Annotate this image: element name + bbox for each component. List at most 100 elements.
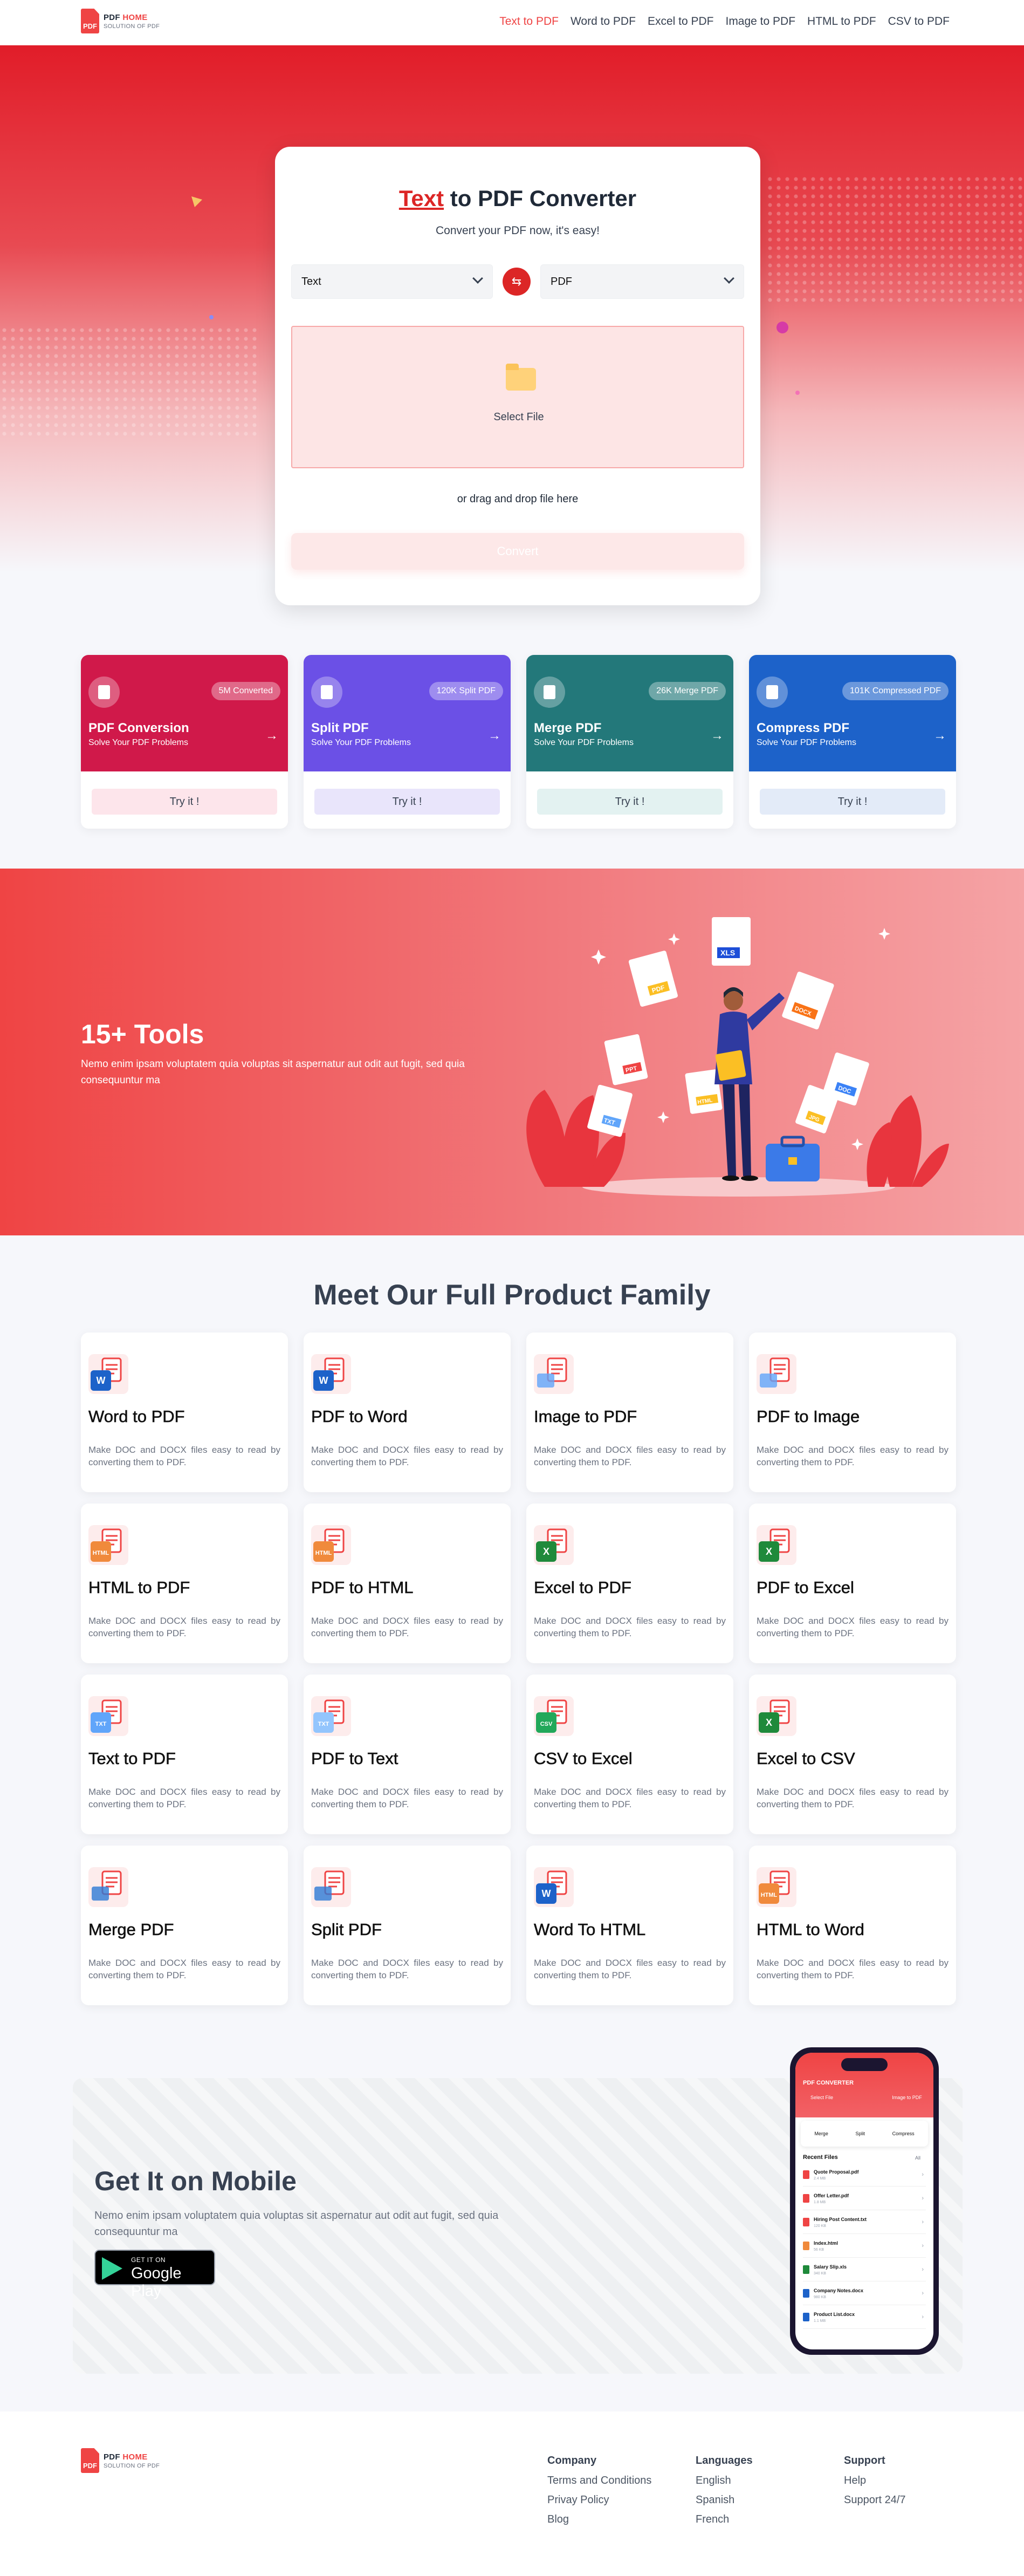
product-description: Make DOC and DOCX files easy to read by … [311,1616,503,1638]
product-card[interactable]: HTML HTML to PDF Make DOC and DOCX files e… [81,1504,288,1663]
footer-link-support[interactable]: Support 24/7 [844,2494,906,2506]
try-it-button[interactable]: Try it ! [760,789,945,815]
product-description: Make DOC and DOCX files easy to read by … [311,1958,503,1980]
feature-title: Split PDF [311,721,369,735]
product-description: Make DOC and DOCX files easy to read by … [88,1616,280,1638]
footer-link-privacy[interactable]: Privay Policy [547,2494,651,2506]
file-icon [803,2242,809,2250]
product-card[interactable]: Image to PDF Make DOC and DOCX files easy… [526,1333,733,1492]
split-pdf-icon [311,1867,351,1907]
footer-link-english[interactable]: English [696,2475,753,2487]
product-card[interactable]: HTML PDF to HTML Make DOC and DOCX files e… [304,1504,511,1663]
product-card[interactable]: X PDF to Excel Make DOC and DOCX files eas… [749,1504,956,1663]
footer-logo[interactable]: PDF PDF HOME SOLUTION OF PDF [81,2448,160,2473]
brand-logo[interactable]: PDF PDF HOME SOLUTION OF PDF [81,9,160,33]
word-to-pdf-icon: W [88,1354,128,1394]
product-card[interactable]: W Word to PDF Make DOC and DOCX files easy… [81,1333,288,1492]
chevron-down-icon [724,273,734,284]
product-card[interactable]: HTML HTML to Word Make DOC and DOCX files … [749,1846,956,2005]
mobile-description: Nemo enim ipsam voluptatem quia voluptas… [94,2210,499,2238]
google-play-button[interactable]: GET IT ON Google Play [94,2250,215,2300]
file-drop-zone[interactable]: Select File [291,326,744,468]
try-it-button[interactable]: Try it ! [314,789,500,815]
nav-text-to-pdf[interactable]: Text to PDF [499,15,559,28]
swap-formats-button[interactable]: ⇆ [503,268,531,296]
product-description: Make DOC and DOCX files easy to read by … [88,1787,280,1809]
product-card[interactable]: PDF to Image Make DOC and DOCX files easy… [749,1333,956,1492]
product-card[interactable]: Split PDF Make DOC and DOCX files easy to… [304,1846,511,2005]
product-card[interactable]: TXT Text to PDF Make DOC and DOCX files ea… [81,1675,288,1834]
arrow-right-icon[interactable]: → [933,728,946,743]
phone-file-row: Salary Slip.xls 340 KB › [803,2261,926,2281]
nav-word-to-pdf[interactable]: Word to PDF [571,15,636,28]
phone-quick-split: Split [855,2131,865,2136]
product-card[interactable]: W Word To HTML Make DOC and DOCX files eas… [526,1846,733,2005]
phone-file-row: Offer Letter.pdf 1.8 MB › [803,2190,926,2210]
phone-quick-compress: Compress [892,2131,915,2136]
svg-text:W: W [97,1375,106,1386]
arrow-right-icon[interactable]: → [265,728,278,743]
phone-quick-merge: Merge [814,2131,828,2136]
svg-text:W: W [319,1375,328,1386]
feature-title: Compress PDF [757,721,850,735]
svg-text:W: W [542,1888,551,1899]
nav-image-to-pdf[interactable]: Image to PDF [725,15,795,28]
product-card[interactable]: W PDF to Word Make DOC and DOCX files easy… [304,1333,511,1492]
chevron-right-icon: › [922,2243,924,2249]
product-card[interactable]: Merge PDF Make DOC and DOCX files easy to… [81,1846,288,2005]
footer-link-french[interactable]: French [696,2513,753,2526]
nav-html-to-pdf[interactable]: HTML to PDF [807,15,876,28]
to-format-select[interactable]: PDF [540,264,744,299]
product-title: Word To HTML [534,1920,646,1939]
feature-card[interactable]: 5M Converted PDF Conversion Solve Your PDF… [81,655,288,829]
footer-link-blog[interactable]: Blog [547,2513,651,2526]
text-to-pdf-icon: TXT [88,1696,128,1736]
feature-card-header: 101K Compressed PDF Compress PDF Solve You… [749,655,956,771]
footer-link-help[interactable]: Help [844,2475,906,2487]
dot-pattern [766,175,1024,304]
feature-card[interactable]: 26K Merge PDF Merge PDF Solve Your PDF Pro… [526,655,733,829]
try-it-button[interactable]: Try it ! [92,789,277,815]
footer-link-spanish[interactable]: Spanish [696,2494,753,2506]
svg-text:TXT: TXT [318,1721,329,1727]
nav-csv-to-pdf[interactable]: CSV to PDF [888,15,950,28]
feature-card-header: 120K Split PDF Split PDF Solve Your PDF Pr… [304,655,511,771]
file-meta: 1.8 MB [814,2201,826,2204]
product-title: HTML to PDF [88,1578,190,1597]
pdf-logo-icon: PDF [81,9,99,33]
product-title: Text to PDF [88,1749,176,1768]
phone-notch [841,2058,888,2071]
phone-file-row: Quote Proposal.pdf 2.4 MB › [803,2166,926,2186]
product-title: PDF to HTML [311,1578,414,1597]
phone-app-title: PDF CONVERTER [803,2080,854,2086]
try-it-button[interactable]: Try it ! [537,789,723,815]
feature-badge: 120K Split PDF [429,682,503,700]
chevron-right-icon: › [922,2266,924,2273]
feature-badge: 26K Merge PDF [649,682,726,700]
footer-link-terms[interactable]: Terms and Conditions [547,2475,651,2487]
pdf-to-image-icon [757,1354,796,1394]
confetti-shape [776,322,788,333]
product-card[interactable]: CSV CSV to Excel Make DOC and DOCX files e… [526,1675,733,1834]
product-card[interactable]: TXT PDF to Text Make DOC and DOCX files ea… [304,1675,511,1834]
convert-button[interactable]: Convert [291,533,744,570]
product-card[interactable]: X Excel to PDF Make DOC and DOCX files eas… [526,1504,733,1663]
mobile-title: Get It on Mobile [94,2166,297,2196]
product-title: Merge PDF [88,1920,174,1939]
product-card[interactable]: X Excel to CSV Make DOC and DOCX files eas… [749,1675,956,1834]
arrow-right-icon[interactable]: → [488,728,501,743]
chevron-right-icon: › [922,2171,924,2178]
nav-excel-to-pdf[interactable]: Excel to PDF [648,15,714,28]
feature-card[interactable]: 120K Split PDF Split PDF Solve Your PDF Pr… [304,655,511,829]
phone-recent-more: All [915,2155,921,2161]
csv-to-excel-icon: CSV [534,1696,574,1736]
product-description: Make DOC and DOCX files easy to read by … [757,1445,949,1467]
feature-card[interactable]: 101K Compressed PDF Compress PDF Solve You… [749,655,956,829]
confetti-shape [209,315,214,319]
phone-file-row: Index.html 56 KB › [803,2237,926,2258]
from-format-select[interactable]: Text [291,264,493,299]
footer-col-languages: Languages English Spanish French [696,2455,753,2533]
footer-heading: Languages [696,2455,753,2466]
arrow-right-icon[interactable]: → [711,728,724,743]
feature-subtitle: Solve Your PDF Problems [311,738,411,747]
